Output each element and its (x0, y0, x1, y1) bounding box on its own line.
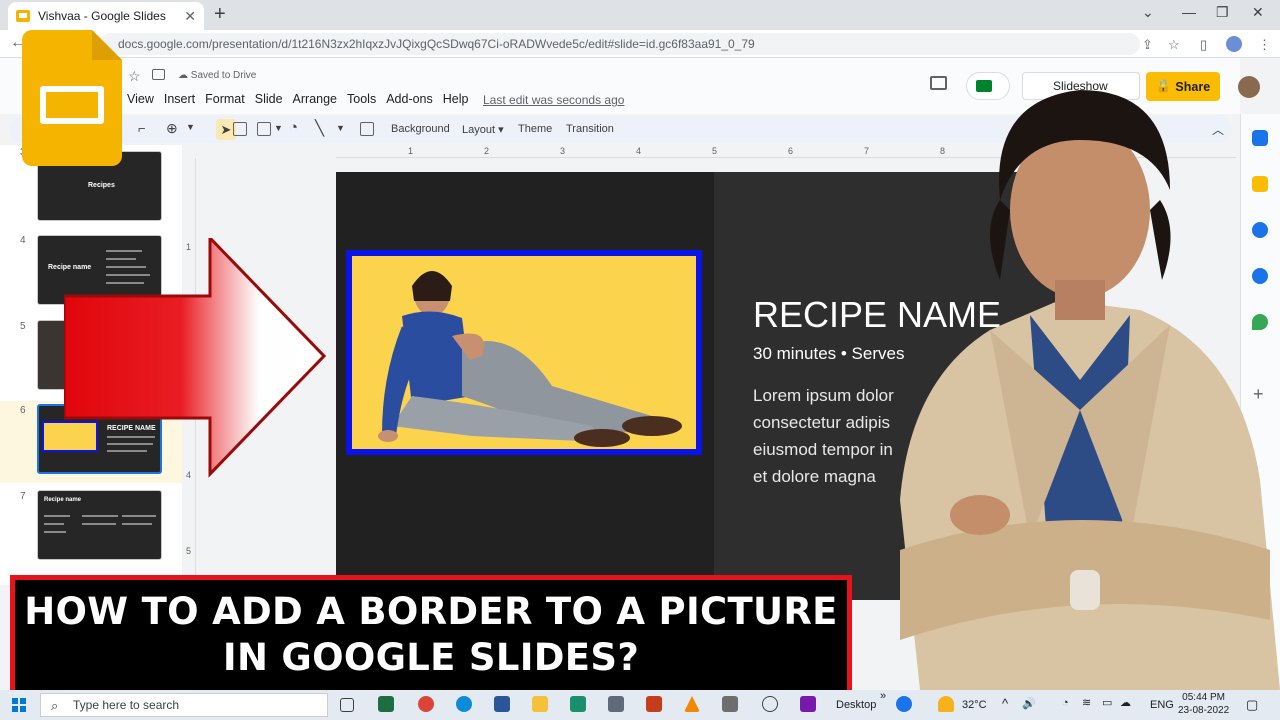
app-icon[interactable] (722, 696, 738, 712)
menu-view[interactable]: View (122, 92, 159, 106)
language-indicator[interactable]: ENG (1150, 699, 1174, 711)
menu-format[interactable]: Format (200, 92, 250, 106)
chrome-icon[interactable] (418, 696, 434, 712)
bookmark-star-icon[interactable]: ☆ (1168, 37, 1180, 53)
clock-date: 23-08-2022 (1178, 705, 1230, 716)
paint-format-icon[interactable]: ⌐ (138, 121, 146, 136)
windows-taskbar: ⌕ Type here to search Desktop » 32°C ^ 🔊… (0, 690, 1280, 720)
new-tab-button[interactable]: + (214, 3, 226, 26)
system-clock[interactable]: 05:44 PM 23-08-2022 (1178, 691, 1229, 717)
obs-icon[interactable] (762, 696, 778, 712)
red-arrow-icon (64, 238, 326, 478)
wifi-icon[interactable]: ≋ (1082, 696, 1091, 709)
vlc-icon[interactable] (684, 696, 700, 712)
slide-number: 5 (20, 321, 26, 332)
onenote-icon[interactable] (800, 696, 816, 712)
tab-search-icon[interactable]: ⌄ (1142, 4, 1154, 21)
profile-avatar[interactable] (1226, 36, 1242, 52)
tray-up-icon[interactable]: ^ (1002, 696, 1008, 711)
windows-start-icon[interactable] (12, 698, 26, 712)
menu-slide[interactable]: Slide (250, 92, 288, 106)
powerpoint-icon[interactable] (646, 696, 662, 712)
image-dropdown-icon[interactable]: ▼ (274, 123, 283, 133)
clock-time: 05:44 PM (1182, 692, 1225, 703)
menu-help[interactable]: Help (438, 92, 474, 106)
app-icon[interactable] (608, 696, 624, 712)
presenter-figure (900, 90, 1280, 690)
text-box-icon[interactable] (233, 122, 247, 136)
menu-addons[interactable]: Add-ons (381, 92, 438, 106)
menu-arrange[interactable]: Arrange (288, 92, 342, 106)
title-banner: HOW TO ADD A BORDER TO A PICTURE IN GOOG… (10, 575, 852, 695)
theme-button[interactable]: Theme (518, 123, 552, 135)
shape-icon[interactable]: ◔ (289, 119, 298, 136)
help-icon[interactable] (896, 696, 912, 712)
cloud-icon[interactable]: ☁ (1120, 696, 1131, 709)
browser-tab[interactable]: Vishvaa - Google Slides ✕ (8, 2, 204, 30)
notification-icon[interactable]: ▢ (1246, 697, 1258, 713)
layout-button[interactable]: Layout ▾ (462, 123, 504, 136)
close-window-button[interactable]: ✕ (1252, 4, 1264, 21)
star-icon[interactable]: ☆ (128, 68, 141, 85)
temperature: 32°C (962, 699, 987, 711)
taskbar-search-input[interactable]: ⌕ Type here to search (40, 693, 328, 717)
image-icon[interactable] (257, 122, 271, 136)
browser-menu-icon[interactable]: ⋮ (1258, 37, 1271, 53)
media-player-icon[interactable] (570, 696, 586, 712)
slide-number: 6 (20, 405, 26, 416)
weather-icon[interactable] (938, 696, 954, 712)
menu-tools[interactable]: Tools (342, 92, 381, 106)
menu-insert[interactable]: Insert (159, 92, 200, 106)
browser-tabstrip: Vishvaa - Google Slides ✕ + ⌄ — ❐ ✕ (0, 0, 1280, 30)
banner-line-2: IN GOOGLE SLIDES? (222, 636, 640, 679)
google-slides-logo (22, 30, 122, 166)
transition-button[interactable]: Transition (566, 123, 614, 135)
url-field[interactable]: docs.google.com/presentation/d/1t216N3zx… (100, 33, 1140, 55)
slide-thumbnail-7[interactable]: Recipe name (37, 490, 162, 560)
desktop-toolbar[interactable]: Desktop (836, 699, 876, 711)
battery-icon[interactable]: ▭ (1102, 696, 1112, 709)
search-placeholder: Type here to search (73, 698, 180, 712)
line-dropdown-icon[interactable]: ▼ (336, 123, 345, 133)
tab-close-button[interactable]: ✕ (184, 8, 196, 25)
word-icon[interactable] (494, 696, 510, 712)
slide-number: 4 (20, 235, 26, 246)
network-icon[interactable]: ◔ (1062, 697, 1069, 709)
line-icon[interactable]: ╲ (315, 119, 324, 137)
address-bar: ← docs.google.com/presentation/d/1t216N3… (0, 30, 1280, 58)
edge-icon[interactable] (456, 696, 472, 712)
comment-add-icon[interactable] (360, 122, 374, 136)
minimize-button[interactable]: — (1182, 4, 1196, 20)
maximize-button[interactable]: ❐ (1216, 4, 1229, 21)
search-icon: ⌕ (51, 698, 59, 713)
url-text: docs.google.com/presentation/d/1t216N3zx… (118, 37, 755, 51)
zoom-icon[interactable]: ⊕ (166, 120, 178, 137)
person-sitting-image (378, 271, 682, 447)
menu-bar: View Insert Format Slide Arrange Tools A… (122, 92, 473, 106)
file-explorer-icon[interactable] (532, 696, 548, 712)
tab-title: Vishvaa - Google Slides (38, 9, 166, 23)
speaker-icon[interactable]: 🔊 (1022, 697, 1036, 710)
saved-status: ☁ Saved to Drive (178, 70, 257, 81)
zoom-dropdown-icon[interactable]: ▼ (186, 122, 195, 132)
background-button[interactable]: Background (391, 123, 450, 135)
last-edit-link[interactable]: Last edit was seconds ago (483, 93, 624, 107)
move-folder-icon[interactable] (152, 69, 165, 80)
banner-line-1: HOW TO ADD A BORDER TO A PICTURE (24, 590, 838, 633)
chevron-icon[interactable]: » (880, 690, 886, 702)
sidepanel-icon[interactable]: ▯ (1200, 37, 1207, 53)
share-page-icon[interactable]: ⇪ (1142, 37, 1153, 53)
task-view-icon[interactable] (340, 698, 354, 712)
bordered-photo[interactable] (346, 250, 702, 455)
excel-icon[interactable] (378, 696, 394, 712)
slide-number: 7 (20, 491, 26, 502)
slides-favicon-icon (16, 10, 30, 22)
